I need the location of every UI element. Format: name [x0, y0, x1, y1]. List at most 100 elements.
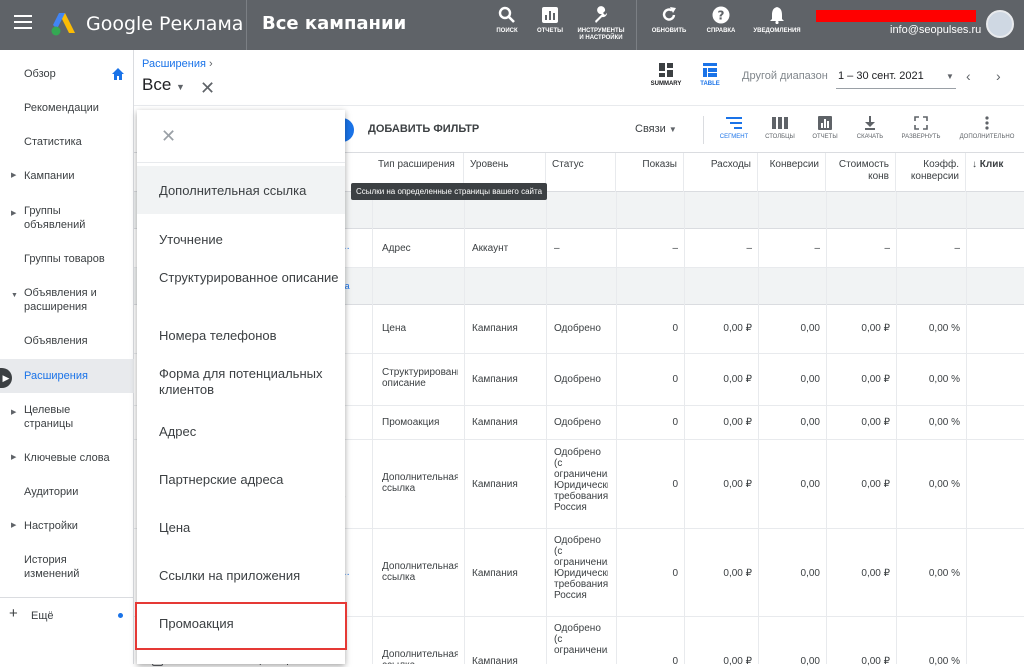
column-header-conversions[interactable]: Конверсии [758, 153, 826, 193]
reports-tool-button[interactable]: ОТЧЕТЫ [530, 6, 570, 35]
download-button[interactable]: СКАЧАТЬ [842, 116, 898, 140]
sidebar-item-change-history[interactable]: История изменений [0, 553, 134, 583]
divider [0, 597, 134, 598]
reports-icon [542, 7, 558, 23]
sidebar-item-extensions[interactable]: Расширения [0, 359, 134, 393]
summary-view-button[interactable]: SUMMARY [646, 63, 686, 87]
menu-item-sitelink[interactable]: Дополнительная ссылка [137, 166, 345, 214]
svg-text:?: ? [718, 9, 725, 23]
menu-item-phone-numbers[interactable]: Номера телефонов [137, 320, 345, 352]
divider [826, 192, 827, 664]
home-icon [112, 68, 124, 80]
date-range-label: Другой диапазон [742, 70, 828, 82]
menu-item-lead-form[interactable]: Форма для потенциальных клиентов [137, 366, 345, 402]
segment-icon [726, 117, 742, 129]
column-header-cost[interactable]: Расходы [684, 153, 758, 193]
date-underline [836, 88, 956, 89]
divider [372, 192, 373, 664]
column-header-conv-rate[interactable]: Коэфф. конверсии [896, 153, 966, 193]
more-vertical-icon [985, 116, 989, 130]
sidebar-item-recommendations[interactable]: Рекомендации [0, 101, 134, 117]
links-dropdown[interactable]: Связи ▼ [635, 123, 677, 135]
expand-arrow-icon: ▶ [11, 210, 17, 217]
help-icon: ? [712, 6, 730, 24]
expand-arrow-icon: ▶ [11, 522, 17, 529]
sidebar-item-settings[interactable]: ▶ Настройки [0, 519, 134, 535]
column-header-impressions[interactable]: Показы [616, 153, 684, 193]
wrench-icon [595, 6, 608, 23]
account-email[interactable]: info@seopulses.ru [890, 24, 981, 36]
divider [546, 192, 547, 664]
menu-item-structured-snippet[interactable]: Структурированное описание [137, 270, 345, 306]
divider [703, 116, 704, 144]
highlight-box [135, 602, 347, 650]
sidebar-item-statistics[interactable]: Статистика [0, 135, 134, 151]
close-icon[interactable]: ✕ [161, 126, 176, 147]
sidebar-item-ads[interactable]: Объявления [0, 334, 134, 350]
plus-icon: + [9, 605, 18, 622]
close-icon[interactable]: ✕ [200, 78, 215, 99]
expand-button[interactable]: РАЗВЕРНУТЬ [893, 116, 949, 140]
divider [758, 192, 759, 664]
menu-item-app-links[interactable]: Ссылки на приложения [137, 560, 345, 592]
sidebar-item-audiences[interactable]: Аудитории [0, 485, 134, 501]
sidebar-item-product-groups[interactable]: Группы товаров [0, 252, 134, 268]
divider [464, 192, 465, 664]
sidebar-item-campaigns[interactable]: ▶ Кампании [0, 169, 134, 185]
chevron-right-icon[interactable]: › [996, 68, 1001, 84]
top-bar: Google Реклама Все кампании ПОИСК ОТЧЕТЫ… [0, 0, 1024, 50]
dropdown-arrow-icon: ▼ [176, 82, 185, 92]
extension-type-menu: ✕ Дополнительная ссылка Уточнение Структ… [137, 110, 345, 664]
notifications-button[interactable]: УВЕДОМЛЕНИЯ [748, 6, 806, 35]
divider [896, 192, 897, 664]
expand-arrow-icon: ▶ [11, 409, 17, 416]
columns-icon [772, 117, 788, 129]
tools-settings-button[interactable]: ИНСТРУМЕНТЫ И НАСТРОЙКИ [576, 6, 626, 42]
page-section-title: Все кампании [262, 13, 407, 34]
divider [616, 192, 617, 664]
date-range-value[interactable]: 1 – 30 сент. 2021 [838, 70, 924, 82]
divider [636, 0, 637, 50]
expand-arrow-icon: ▼ [11, 292, 18, 299]
tooltip: Ссылки на определенные страницы вашего с… [351, 183, 548, 200]
date-dropdown-arrow-icon[interactable]: ▼ [946, 72, 954, 81]
menu-item-callout[interactable]: Уточнение [137, 224, 345, 256]
sidebar-item-landing-pages[interactable]: ▶ Целевые страницы [0, 403, 134, 433]
scope-selector[interactable]: Все ▼ [142, 75, 185, 95]
sidebar-item-ads-extensions[interactable]: ▼ Объявления и расширения [0, 286, 134, 316]
refresh-icon [662, 7, 676, 21]
column-header-clicks[interactable]: ↓ Клик [966, 153, 1024, 193]
search-tool-button[interactable]: ПОИСК [489, 6, 525, 35]
bar-chart-icon [818, 116, 832, 130]
menu-item-price[interactable]: Цена [137, 512, 345, 544]
more-button[interactable]: ДОПОЛНИТЕЛЬНО [954, 116, 1020, 140]
menu-icon[interactable] [14, 15, 32, 29]
menu-item-address[interactable]: Адрес [137, 416, 345, 448]
chevron-left-icon[interactable]: ‹ [966, 68, 971, 84]
add-filter-button[interactable]: ДОБАВИТЬ ФИЛЬТР [368, 123, 479, 135]
divider [137, 162, 345, 163]
breadcrumb[interactable]: Расширения › [142, 58, 213, 70]
avatar[interactable] [986, 10, 1014, 38]
brand-name: Google Реклама [86, 13, 244, 35]
notification-dot-icon [118, 613, 123, 618]
divider [134, 105, 1024, 106]
google-ads-logo[interactable] [50, 11, 78, 37]
sidebar-item-ad-groups[interactable]: ▶ Группы объявлений [0, 204, 134, 234]
refresh-button[interactable]: ОБНОВИТЬ [647, 6, 691, 35]
column-header-cost-per-conv[interactable]: Стоимость конв [826, 153, 896, 193]
table-icon [703, 63, 717, 77]
sidebar-item-keywords[interactable]: ▶ Ключевые слова [0, 451, 134, 467]
dropdown-arrow-icon: ▼ [668, 125, 677, 134]
sidebar-item-more[interactable]: + Ещё [0, 605, 134, 625]
bell-icon [770, 7, 784, 24]
table-view-button[interactable]: TABLE [690, 63, 730, 87]
search-icon [498, 6, 515, 23]
column-header-status[interactable]: Статус [546, 153, 616, 193]
menu-item-partner-addresses[interactable]: Партнерские адреса [137, 464, 345, 496]
dashboard-icon [659, 63, 673, 77]
help-button[interactable]: ? СПРАВКА [700, 6, 742, 35]
divider [246, 0, 247, 50]
expand-arrow-icon: ▶ [11, 172, 17, 179]
divider [684, 192, 685, 664]
